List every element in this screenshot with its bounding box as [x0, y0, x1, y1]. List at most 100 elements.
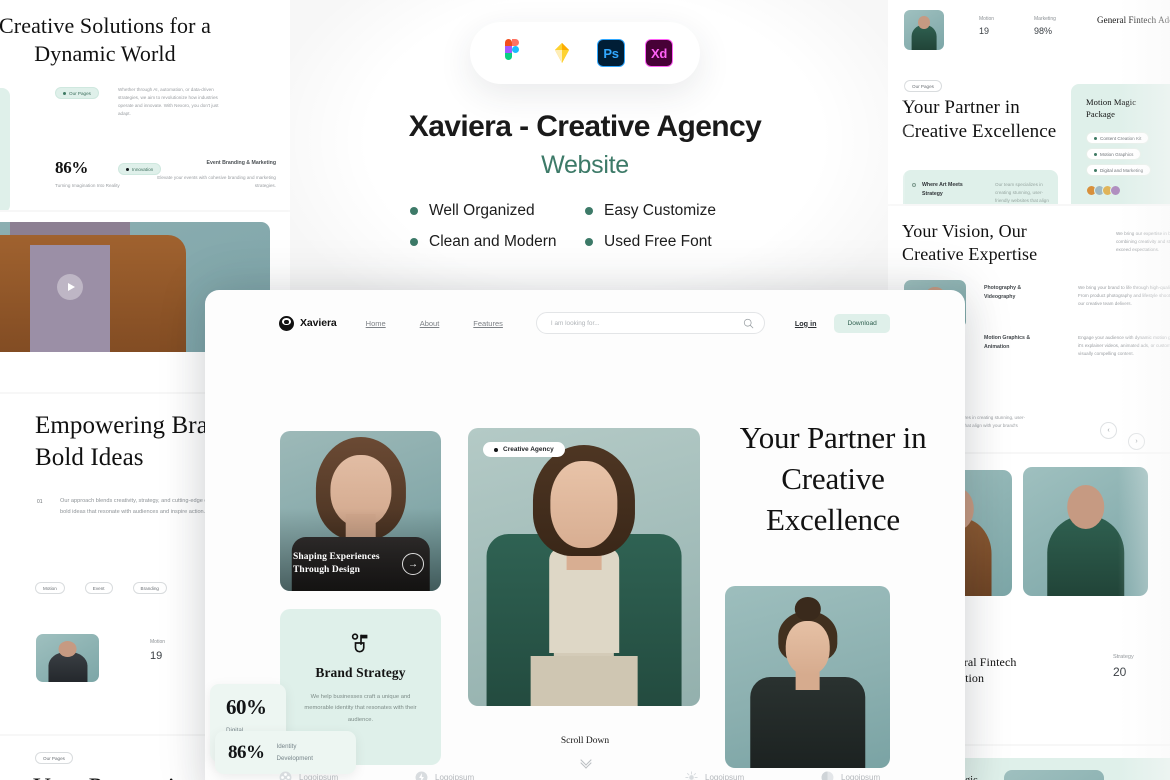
slide-l3-stat-value: 19 [150, 650, 163, 662]
mockup-navbar: Xaviera Home About Features Log in Downl… [205, 290, 965, 356]
shaping-experiences-card[interactable]: Shaping Experiences Through Design → [280, 431, 441, 591]
slide-l3-stat-label: Motion [150, 639, 166, 645]
bullet-icon [585, 238, 593, 246]
bullet-icon [410, 238, 418, 246]
slide-r2-row0-title: Photography & Videography [984, 285, 1022, 300]
logo-label: Logoipsum [705, 773, 745, 780]
arrow-right-icon[interactable]: → [402, 553, 424, 575]
adobexd-icon: Xd [645, 39, 673, 67]
website-mockup: Xaviera Home About Features Log in Downl… [205, 290, 965, 780]
photoshop-icon: Ps [597, 39, 625, 67]
nav-link-features[interactable]: Features [473, 319, 503, 328]
scroll-down-indicator[interactable]: Scroll Down [205, 736, 965, 765]
slide-r3-stat-value: 20 [1113, 665, 1127, 679]
shaping-experiences-caption: Shaping Experiences Through Design [293, 551, 380, 575]
search-box[interactable] [535, 312, 765, 334]
slide-r2-row0-desc: We bring your brand to life through high… [1078, 285, 1170, 307]
slide-r1-avatars [1086, 185, 1121, 196]
brand-name: Xaviera [300, 317, 337, 329]
slide-r1-feature-desc: Our team specializes in creating stunnin… [995, 182, 1049, 204]
search-icon[interactable] [743, 318, 754, 329]
digital-marketing-value: 60% [226, 695, 267, 720]
bullet-icon [410, 207, 418, 215]
slide-r1-avatar [904, 10, 944, 50]
logo-bolt-icon [415, 771, 428, 780]
bullet-icon [585, 207, 593, 215]
logo-item-1: Logoipsum [415, 771, 685, 780]
slide-r2-intro: We bring our expertise in branding and d… [1116, 231, 1170, 253]
slide-r3-photo-2 [1023, 467, 1148, 596]
slide-r4-photo [1004, 770, 1104, 780]
slide-r1-badge: Our Pages [904, 80, 942, 92]
logo-item-0: Logoipsum [279, 771, 415, 780]
nav-link-about[interactable]: About [420, 319, 440, 328]
slide-r2-row1-desc: Engage your audience with dynamic motion… [1078, 335, 1170, 357]
chevron-down-icon[interactable] [205, 756, 965, 765]
feature-item-2: Clean and Modern [410, 233, 585, 251]
brand-strategy-title: Brand Strategy [315, 665, 406, 680]
slide-r1-feature-title: Where Art Meets Strategy [922, 182, 963, 197]
search-input[interactable] [550, 319, 743, 327]
slide-r2-heading: Your Vision, Our Creative Expertise [902, 221, 1038, 265]
slide-r1-stat1-label: Motion [979, 16, 995, 22]
nav-links: Home About Features [366, 319, 503, 328]
play-icon [57, 274, 83, 300]
slide-r1-stat1-value: 19 [979, 26, 990, 36]
brand-strategy-desc: We help businesses craft a unique and me… [304, 694, 417, 723]
feature-list: Well Organized Easy Customize Clean and … [410, 202, 760, 251]
slide-l1-badge: Our Pages [55, 87, 99, 99]
nav-link-home[interactable]: Home [366, 319, 386, 328]
xaviera-logo-icon [279, 315, 294, 331]
slide-l4-badge: Our Pages [35, 752, 73, 764]
slide-r1-stat2-label: Marketing [1034, 16, 1056, 22]
feature-label: Clean and Modern [429, 233, 557, 250]
page-title: Xaviera - Creative Agency [408, 110, 762, 143]
slide-l3-index: 01 [37, 499, 43, 505]
feature-label: Well Organized [429, 202, 535, 219]
creative-agency-label: Creative Agency [503, 446, 554, 453]
mockup-hero-stage: Shaping Experiences Through Design → Bra… [205, 356, 965, 780]
page-subtitle: Website [541, 151, 629, 179]
feature-item-3: Used Free Font [585, 233, 760, 251]
slide-l3-tag-0: Motion [35, 582, 65, 594]
slide-r3-stat-label: Strategy [1113, 654, 1134, 660]
logo-sun-icon [685, 771, 698, 780]
slide-l3-tags: Motion Event Branding [35, 582, 167, 594]
logo-moon-icon [821, 771, 834, 780]
feature-label: Easy Customize [604, 202, 716, 219]
hero-title-block: Xaviera - Creative Agency Website [0, 110, 1170, 180]
check-icon [912, 183, 916, 187]
figma-icon [497, 38, 527, 68]
logo-flower-icon [279, 771, 292, 780]
feature-item-1: Easy Customize [585, 202, 760, 220]
slide-l3-tag-2: Branding [132, 582, 167, 594]
slide-r1-stat2-value: 98% [1034, 26, 1053, 36]
design-tools-card: Ps Xd [470, 22, 700, 84]
slide-l3-tag-1: Event [84, 582, 113, 594]
hero-image-card: Creative Agency [468, 428, 700, 706]
slide-l1-stat1-label: Turning Imagination Into Reality [55, 183, 120, 188]
logo-item-2: Logoipsum [685, 771, 821, 780]
logo-label: Logoipsum [435, 773, 475, 780]
slide-r2-prev-button[interactable]: ‹ [1100, 422, 1117, 439]
logo-strip: Logoipsum Logoipsum Logoipsum Logoipsum [205, 771, 965, 780]
scroll-down-label: Scroll Down [560, 736, 610, 746]
brand-logo[interactable]: Xaviera [279, 315, 337, 331]
logo-label: Logoipsum [841, 773, 881, 780]
sketch-icon [547, 38, 577, 68]
logo-item-3: Logoipsum [821, 771, 880, 780]
feature-label: Used Free Font [604, 233, 712, 250]
login-link[interactable]: Log in [795, 319, 817, 328]
creative-agency-badge: Creative Agency [483, 442, 565, 457]
slide-r1-stat3-title: General Fintech Adoption [1097, 15, 1170, 25]
mockup-headline: Your Partner in Creative Excellence [739, 420, 927, 537]
slide-r2-row1-title: Motion Graphics & Animation [984, 335, 1031, 350]
slide-l3-portrait [36, 634, 99, 682]
brand-strategy-icon [299, 631, 422, 655]
logo-label: Logoipsum [299, 773, 339, 780]
download-button[interactable]: Download [834, 313, 890, 333]
feature-item-0: Well Organized [410, 202, 585, 220]
dot-icon [494, 447, 498, 452]
slide-l1-heading: Creative Solutions for a Dynamic World [0, 13, 211, 67]
slide-r2-next-button[interactable]: › [1128, 433, 1145, 450]
